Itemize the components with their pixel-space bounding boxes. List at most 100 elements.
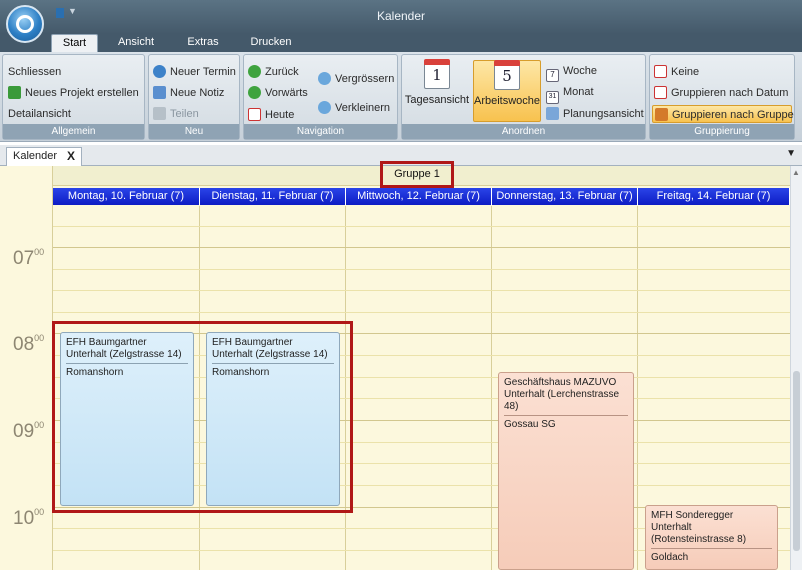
- day-header-monday[interactable]: Montag, 10. Februar (7): [53, 188, 200, 205]
- group-navigation: Zurück Vorwärts Heute Vergrössern Verkle…: [243, 54, 398, 140]
- hour-label: 0800: [13, 333, 45, 355]
- group-name: Gruppe 1: [380, 161, 454, 188]
- scrollbar-thumb[interactable]: [793, 371, 800, 551]
- group-by-group-label: Gruppieren nach Gruppe: [672, 109, 794, 121]
- day-view-label: Tagesansicht: [404, 94, 470, 106]
- month-icon: 31: [546, 91, 559, 104]
- today-label: Heute: [265, 109, 295, 121]
- group-label-anordnen: Anordnen: [402, 124, 645, 139]
- calendar-search-icon: [654, 86, 667, 99]
- ribbon-tab-bar: Start Ansicht Extras Drucken: [0, 34, 802, 52]
- calendar-week-icon: 5: [494, 60, 520, 90]
- arrow-left-icon: [248, 65, 261, 78]
- new-note-button[interactable]: Neue Notiz: [153, 86, 224, 100]
- calendar-icon: [654, 65, 667, 78]
- group-label-allgemein: Allgemein: [3, 124, 144, 139]
- plus-icon: [153, 65, 166, 78]
- group-none-button[interactable]: Keine: [654, 65, 699, 79]
- day-header-tuesday[interactable]: Dienstag, 11. Februar (7): [200, 188, 346, 205]
- new-appointment-button[interactable]: Neuer Termin: [153, 65, 236, 79]
- save-icon: [56, 8, 64, 18]
- time-line: [53, 290, 790, 291]
- back-button[interactable]: Zurück: [248, 65, 299, 79]
- zoom-in-icon: [318, 72, 331, 85]
- close-icon[interactable]: X: [67, 148, 75, 165]
- time-ruler: 0700 0800 0900 1000: [0, 166, 53, 570]
- vertical-scrollbar[interactable]: ▲: [790, 166, 802, 570]
- new-appointment-label: Neuer Termin: [170, 66, 236, 78]
- day-view-button[interactable]: 1 Tagesansicht: [404, 59, 470, 122]
- new-project-label: Neues Projekt erstellen: [25, 87, 139, 99]
- planning-label: Planungsansicht: [563, 108, 644, 120]
- planning-view-button[interactable]: Planungsansicht: [546, 107, 644, 121]
- week-icon: 7: [546, 69, 559, 82]
- week-label: Woche: [563, 65, 598, 77]
- chevron-down-icon: ▼: [68, 6, 77, 16]
- arrow-right-icon: [248, 86, 261, 99]
- back-label: Zurück: [265, 66, 299, 78]
- application-menu-button[interactable]: [6, 5, 44, 43]
- detail-view-button[interactable]: Detailansicht: [8, 107, 71, 121]
- today-button[interactable]: Heute: [248, 108, 294, 122]
- time-line: [53, 269, 790, 270]
- zoom-out-button[interactable]: Verkleinern: [318, 101, 390, 115]
- share-icon: [153, 107, 166, 120]
- day-header-wednesday[interactable]: Mittwoch, 12. Februar (7): [346, 188, 492, 205]
- group-by-group-button[interactable]: Gruppieren nach Gruppe: [652, 105, 794, 123]
- hour-label: 0900: [13, 420, 45, 442]
- work-week-label: Arbeitswoche: [474, 95, 541, 107]
- group-label-navigation: Navigation: [244, 124, 397, 139]
- group-allgemein: Schliessen Neues Projekt erstellen Detai…: [2, 54, 145, 140]
- forward-label: Vorwärts: [265, 87, 308, 99]
- tab-extras[interactable]: Extras: [179, 34, 227, 52]
- tab-ansicht[interactable]: Ansicht: [112, 34, 160, 52]
- note-icon: [153, 86, 166, 99]
- group-anordnen: 1 Tagesansicht 5 Arbeitswoche 7 Woche 31 M…: [401, 54, 646, 140]
- week-button[interactable]: 7 Woche: [546, 64, 597, 82]
- appointment-title: MFH Sonderegger Unterhalt (Rotensteinstr…: [651, 510, 747, 545]
- today-icon: [248, 108, 261, 121]
- new-project-button[interactable]: Neues Projekt erstellen: [8, 86, 139, 100]
- forward-button[interactable]: Vorwärts: [248, 86, 308, 100]
- group-none-label: Keine: [671, 66, 700, 78]
- month-label: Monat: [563, 86, 594, 98]
- group-neu: Neuer Termin Neue Notiz Teilen Neu: [148, 54, 240, 140]
- share-label: Teilen: [170, 108, 199, 120]
- quick-access-toolbar[interactable]: ▼: [54, 6, 77, 20]
- new-note-label: Neue Notiz: [170, 87, 225, 99]
- work-week-button[interactable]: 5 Arbeitswoche: [473, 60, 541, 122]
- appointment-location: Gossau SG: [504, 415, 628, 431]
- appointment[interactable]: Geschäftshaus MAZUVO Unterhalt (Lerchens…: [498, 372, 634, 570]
- zoom-out-icon: [318, 101, 331, 114]
- title-bar: Kalender: [0, 0, 802, 34]
- appointment[interactable]: MFH Sonderegger Unterhalt (Rotensteinstr…: [645, 505, 778, 570]
- group-label-neu: Neu: [149, 124, 239, 139]
- window-title: Kalender: [376, 9, 426, 23]
- tab-start[interactable]: Start: [51, 34, 98, 52]
- time-line: [53, 312, 790, 313]
- calendar-day-icon: 1: [424, 59, 450, 89]
- zoom-in-button[interactable]: Vergrössern: [318, 72, 394, 86]
- ribbon: Schliessen Neues Projekt erstellen Detai…: [0, 52, 802, 142]
- day-header-friday[interactable]: Freitag, 14. Februar (7): [638, 188, 790, 205]
- group-gruppierung: Keine Gruppieren nach Datum Gruppieren n…: [649, 54, 795, 140]
- share-button[interactable]: Teilen: [153, 107, 199, 121]
- month-button[interactable]: 31 Monat: [546, 85, 594, 104]
- scroll-up-icon[interactable]: ▲: [792, 168, 800, 177]
- group-by-date-button[interactable]: Gruppieren nach Datum: [654, 86, 788, 100]
- day-column[interactable]: [346, 206, 492, 570]
- chevron-down-icon[interactable]: ▼: [786, 148, 796, 159]
- tab-kalender[interactable]: Kalender X: [6, 147, 82, 166]
- planning-icon: [546, 107, 559, 120]
- group-label-gruppierung: Gruppierung: [650, 124, 794, 139]
- time-line: [53, 247, 790, 248]
- hour-label: 1000: [13, 507, 45, 529]
- group-icon: [655, 108, 668, 121]
- add-project-icon: [8, 86, 21, 99]
- highlight-box: [52, 321, 353, 513]
- close-button[interactable]: Schliessen: [8, 65, 61, 79]
- time-line: [53, 226, 790, 227]
- tab-drucken[interactable]: Drucken: [245, 34, 297, 52]
- zoom-out-label: Verkleinern: [335, 102, 391, 114]
- day-header-thursday[interactable]: Donnerstag, 13. Februar (7): [492, 188, 638, 205]
